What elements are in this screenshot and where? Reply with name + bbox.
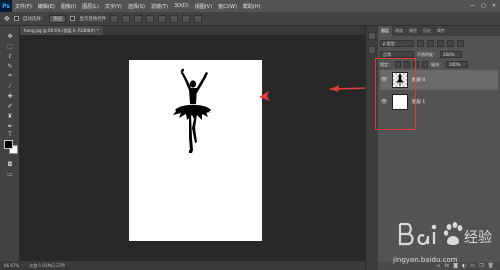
menu-item[interactable]: 图像(I)	[58, 3, 79, 10]
blend-row: 正常 不透明度： 100%	[380, 51, 498, 58]
trash-icon[interactable]: 🗑	[488, 263, 494, 269]
options-bar: ✥ 自动选择： 图层 显示变换控件	[0, 12, 500, 26]
auto-select-label: 自动选择：	[22, 16, 46, 22]
menu-item[interactable]: 文字(Y)	[102, 3, 125, 10]
properties-panel-icon[interactable]	[368, 46, 376, 54]
transform-controls-label: 显示变换控件	[79, 16, 107, 22]
minimize-button[interactable]: —	[470, 3, 475, 9]
adjust-icon[interactable]: ◐	[462, 263, 466, 269]
red-arrowhead-right	[330, 85, 339, 92]
lasso-tool-icon[interactable]: ℓ	[4, 52, 16, 60]
opacity-label: 不透明度：	[417, 51, 437, 57]
zoom-level[interactable]: 66.67%	[4, 263, 19, 268]
menu-item[interactable]: 文件(F)	[12, 3, 35, 10]
align-center-icon[interactable]	[158, 14, 167, 23]
menu-item[interactable]: 3D(D)	[171, 3, 192, 10]
align-bottom-icon[interactable]	[134, 14, 143, 23]
align-left-icon[interactable]	[146, 14, 155, 23]
history-panel-icon[interactable]	[368, 32, 376, 40]
filter-row: ρ 类型	[380, 40, 498, 47]
document-info: 文档:1.91M/2.27M	[29, 262, 65, 268]
lock-all-icon[interactable]	[422, 61, 428, 68]
red-arrowhead-left	[259, 91, 270, 101]
baidu-watermark: 经验	[396, 214, 500, 254]
move-tool-icon[interactable]: ✥	[4, 15, 10, 23]
tab-paths[interactable]: 路径	[406, 26, 420, 36]
auto-select-dropdown[interactable]: 图层	[49, 14, 67, 23]
3d-mode-icon[interactable]	[194, 14, 203, 23]
maximize-button[interactable]: ▢	[481, 3, 486, 9]
auto-select-checkbox[interactable]	[13, 16, 19, 21]
app-logo: Ps	[0, 0, 12, 12]
quick-select-tool-icon[interactable]: ✎	[4, 62, 16, 70]
filter-shape-icon[interactable]	[447, 40, 454, 47]
quick-mask-icon[interactable]: ◘	[4, 160, 16, 168]
highlight-rectangle	[375, 58, 416, 130]
tab-layers[interactable]: 图层	[378, 26, 392, 36]
menu-item[interactable]: 视图(V)	[192, 3, 215, 10]
marquee-tool-icon[interactable]: ⬚	[4, 42, 16, 50]
tab-channels[interactable]: 通道	[392, 26, 406, 36]
stamp-tool-icon[interactable]: ♜	[4, 112, 16, 120]
baidu-paw-logo: 经验	[398, 222, 492, 246]
move-tool-icon[interactable]: ✥	[4, 32, 16, 40]
menu-item[interactable]: 窗口(W)	[215, 3, 240, 10]
opacity-input[interactable]: 100%	[440, 51, 462, 58]
document-canvas[interactable]	[129, 60, 262, 241]
fill-label: 填充：	[431, 61, 443, 67]
menu-item[interactable]: 滤镜(T)	[148, 3, 171, 10]
filter-adjust-icon[interactable]	[427, 40, 434, 47]
brush-tool-icon[interactable]: ✐	[4, 102, 16, 110]
distribute-icon[interactable]	[182, 14, 191, 23]
blend-mode-dropdown[interactable]: 正常	[380, 51, 414, 58]
menu-item[interactable]: 选择(S)	[125, 3, 148, 10]
transform-controls-checkbox[interactable]	[70, 16, 76, 21]
align-middle-icon[interactable]	[122, 14, 131, 23]
svg-text:经验: 经验	[464, 230, 492, 246]
tab-properties[interactable]: 属性	[434, 26, 448, 36]
annotation-arrows	[259, 85, 371, 101]
crop-tool-icon[interactable]: ⌗	[4, 72, 16, 80]
menu-items: 文件(F) 编辑(E) 图像(I) 图层(L) 文字(Y) 选择(S) 滤镜(T) 3D(D)…	[12, 3, 264, 10]
pen-tool-icon[interactable]: ✒	[4, 122, 16, 130]
menu-item[interactable]: 帮助(H)	[240, 3, 264, 10]
align-right-icon[interactable]	[170, 14, 179, 23]
document-tab[interactable]: hong.jpg @ 66.6% (图层 0, RGB/8#) *	[20, 26, 103, 35]
document-tab-row: hong.jpg @ 66.6% (图层 0, RGB/8#) *	[20, 26, 365, 35]
close-button[interactable]: ✕	[492, 3, 496, 9]
tab-history[interactable]: 历史	[420, 26, 434, 36]
panel-tabs: 图层 通道 路径 历史 属性	[378, 26, 500, 36]
ballerina-silhouette-image	[173, 68, 213, 153]
kind-filter-dropdown[interactable]: ρ 类型	[380, 40, 414, 47]
filter-pixel-icon[interactable]	[417, 40, 424, 47]
filter-type-icon[interactable]	[437, 40, 444, 47]
healing-tool-icon[interactable]: ✚	[4, 92, 16, 100]
folder-icon[interactable]: ▭	[470, 263, 475, 269]
watermark-url: jingyan.baidu.com	[393, 256, 458, 264]
text-tool-icon[interactable]: T	[4, 130, 16, 138]
filter-smart-icon[interactable]	[457, 40, 464, 47]
foreground-color-swatch[interactable]	[4, 140, 13, 149]
menu-item[interactable]: 图层(L)	[79, 3, 102, 10]
new-layer-icon[interactable]: ❐	[479, 263, 483, 269]
eyedropper-tool-icon[interactable]: ⁄	[4, 82, 16, 90]
window-controls: — ▢ ✕	[470, 3, 500, 9]
photoshop-window: Ps 文件(F) 编辑(E) 图像(I) 图层(L) 文字(Y) 选择(S) 滤镜(T) 3D…	[0, 0, 500, 270]
menu-item[interactable]: 编辑(E)	[35, 3, 58, 10]
align-top-icon[interactable]	[110, 14, 119, 23]
toolbox: ✥ ⬚ ℓ ✎ ⌗ ⁄ ✚ ✐ ♜ ✒ T ◘ ▭	[0, 26, 20, 261]
screen-mode-icon[interactable]: ▭	[4, 170, 16, 178]
fill-input[interactable]: 100%	[446, 61, 468, 68]
status-bar: 66.67% 文档:1.91M/2.27M	[0, 261, 370, 270]
menu-bar: Ps 文件(F) 编辑(E) 图像(I) 图层(L) 文字(Y) 选择(S) 滤镜(T) 3D…	[0, 0, 500, 12]
